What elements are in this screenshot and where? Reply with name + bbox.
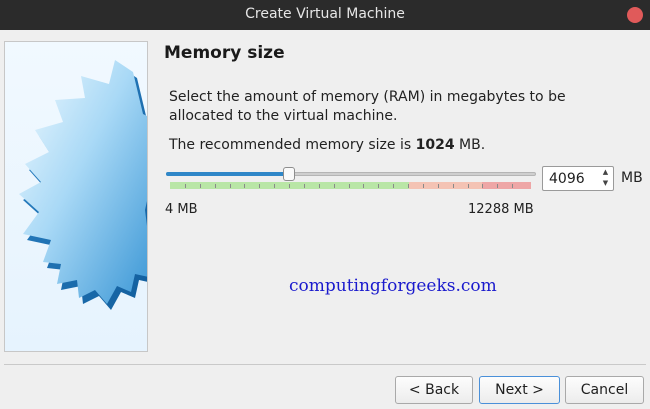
slider-tick — [304, 184, 305, 188]
next-button[interactable]: Next > — [479, 376, 560, 404]
slider-tick — [438, 184, 439, 188]
spin-up-button[interactable]: ▲ — [599, 167, 612, 178]
slider-tick — [200, 184, 201, 188]
button-separator — [4, 364, 646, 365]
memory-description: Select the amount of memory (RAM) in meg… — [169, 89, 566, 124]
slider-tick — [349, 184, 350, 188]
slider-tick — [453, 184, 454, 188]
slider-tick — [244, 184, 245, 188]
slider-tick — [289, 184, 290, 188]
slider-min-label: 4 MB — [165, 202, 198, 217]
slider-tick — [185, 184, 186, 188]
memory-size-spinbox[interactable]: ▲ ▼ — [542, 166, 614, 191]
back-button[interactable]: < Back — [395, 376, 473, 404]
wizard-banner-image — [4, 41, 148, 352]
recommended-suffix: MB. — [454, 137, 486, 153]
close-window-button[interactable] — [627, 7, 643, 23]
memory-size-input[interactable] — [543, 167, 599, 190]
slider-tick — [230, 184, 231, 188]
cancel-button[interactable]: Cancel — [565, 376, 644, 404]
slider-ticks — [166, 182, 531, 189]
memory-unit-label: MB — [621, 170, 643, 186]
memory-slider[interactable] — [166, 166, 536, 190]
slider-handle[interactable] — [283, 167, 295, 181]
slider-tick — [259, 184, 260, 188]
slider-tick — [334, 184, 335, 188]
slider-tick — [319, 184, 320, 188]
slider-tick — [468, 184, 469, 188]
recommended-memory-text: The recommended memory size is 1024 MB. — [169, 137, 485, 153]
slider-tick — [215, 184, 216, 188]
slider-max-label: 12288 MB — [468, 202, 534, 217]
slider-tick — [497, 184, 498, 188]
spin-down-button[interactable]: ▼ — [599, 178, 612, 189]
page-heading: Memory size — [164, 43, 285, 63]
slider-tick — [393, 184, 394, 188]
recommended-memory-value: 1024 — [415, 137, 455, 153]
slider-tick — [512, 184, 513, 188]
watermark-text: computingforgeeks.com — [289, 276, 497, 296]
title-bar: Create Virtual Machine — [0, 0, 650, 30]
window-title: Create Virtual Machine — [245, 6, 405, 22]
slider-tick — [378, 184, 379, 188]
recommended-prefix: The recommended memory size is — [169, 137, 416, 153]
slider-tick — [423, 184, 424, 188]
slider-tick — [482, 184, 483, 188]
slider-tick — [408, 184, 409, 188]
slider-fill — [166, 172, 289, 176]
starburst-graphic — [19, 60, 147, 310]
slider-tick — [363, 184, 364, 188]
slider-tick — [274, 184, 275, 188]
